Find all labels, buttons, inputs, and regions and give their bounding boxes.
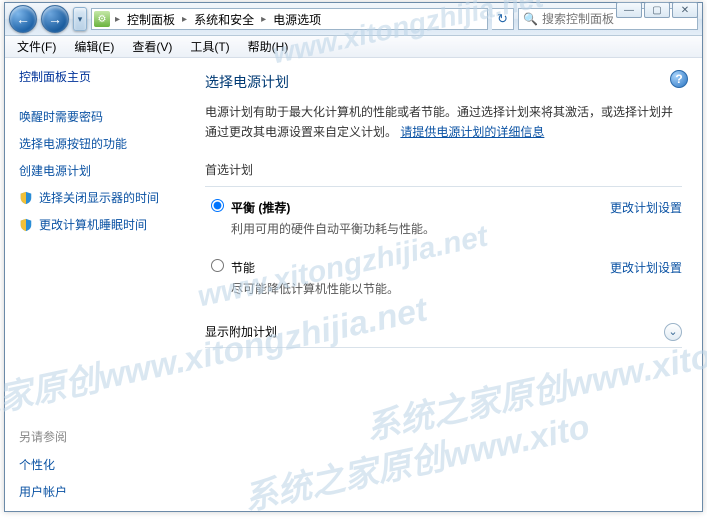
- change-plan-settings-link[interactable]: 更改计划设置: [590, 259, 682, 276]
- sidebar-item-power-button[interactable]: 选择电源按钮的功能: [19, 132, 177, 155]
- menu-bar: 文件(F) 编辑(E) 查看(V) 工具(T) 帮助(H): [5, 36, 702, 58]
- sidebar-item-label: 选择关闭显示器的时间: [39, 189, 159, 206]
- plan-radio-balanced[interactable]: [211, 199, 224, 212]
- help-button[interactable]: ?: [670, 70, 688, 88]
- page-description: 电源计划有助于最大化计算机的性能或者节能。通过选择计划来将其激活，或选择计划并通…: [205, 102, 682, 143]
- maximize-button[interactable]: ▢: [644, 2, 670, 18]
- divider: [205, 186, 682, 187]
- show-additional-plans[interactable]: 显示附加计划 ⌄: [205, 315, 682, 348]
- sidebar-item-label: 唤醒时需要密码: [19, 108, 103, 125]
- sidebar-item-label: 更改计算机睡眠时间: [39, 216, 147, 233]
- menu-help[interactable]: 帮助(H): [240, 36, 297, 57]
- sidebar-header[interactable]: 控制面板主页: [19, 68, 177, 85]
- shield-icon: [19, 218, 33, 232]
- sidebar-item-label: 创建电源计划: [19, 162, 91, 179]
- sidebar-item-sleep-time[interactable]: 更改计算机睡眠时间: [19, 213, 177, 236]
- plan-description: 利用可用的硬件自动平衡功耗与性能。: [231, 220, 590, 237]
- breadcrumb-system-security[interactable]: 系统和安全: [190, 9, 258, 29]
- expander-label: 显示附加计划: [205, 323, 277, 340]
- breadcrumb-sep-icon: ▸: [179, 14, 190, 25]
- sidebar: 控制面板主页 唤醒时需要密码 选择电源按钮的功能 创建电源计划 选择关闭显示器的…: [5, 58, 185, 511]
- sidebar-item-label: 选择电源按钮的功能: [19, 135, 127, 152]
- power-plan-balanced: 平衡 (推荐) 利用可用的硬件自动平衡功耗与性能。 更改计划设置: [205, 195, 682, 241]
- plan-name: 平衡 (推荐): [231, 199, 590, 216]
- sidebar-item-label: 个性化: [19, 456, 55, 473]
- refresh-button[interactable]: ↻: [492, 8, 514, 30]
- breadcrumb-control-panel[interactable]: 控制面板: [123, 9, 179, 29]
- menu-file[interactable]: 文件(F): [9, 36, 64, 57]
- sidebar-item-personalization[interactable]: 个性化: [19, 453, 177, 476]
- sidebar-item-create-plan[interactable]: 创建电源计划: [19, 159, 177, 182]
- close-button[interactable]: ✕: [672, 2, 698, 18]
- address-bar[interactable]: ⚙ ▸ 控制面板 ▸ 系统和安全 ▸ 电源选项: [91, 8, 488, 30]
- control-panel-icon: ⚙: [94, 11, 110, 27]
- power-plan-saver: 节能 尽可能降低计算机性能以节能。 更改计划设置: [205, 255, 682, 301]
- minimize-button[interactable]: —: [616, 2, 642, 18]
- forward-button[interactable]: →: [41, 5, 69, 33]
- nav-history-dropdown[interactable]: ▾: [73, 7, 87, 31]
- sidebar-item-display-off[interactable]: 选择关闭显示器的时间: [19, 186, 177, 209]
- menu-view[interactable]: 查看(V): [124, 36, 180, 57]
- page-title: 选择电源计划: [205, 72, 682, 92]
- plan-description: 尽可能降低计算机性能以节能。: [231, 280, 590, 297]
- sidebar-item-user-accounts[interactable]: 用户帐户: [19, 480, 177, 503]
- breadcrumb-sep-icon: ▸: [112, 14, 123, 25]
- sidebar-item-label: 用户帐户: [19, 483, 67, 500]
- content-pane: ? 选择电源计划 电源计划有助于最大化计算机的性能或者节能。通过选择计划来将其激…: [185, 58, 702, 511]
- breadcrumb-power-options[interactable]: 电源选项: [269, 9, 325, 29]
- sidebar-footer-header: 另请参阅: [19, 428, 177, 445]
- section-preferred-plans: 首选计划: [205, 161, 682, 178]
- search-icon: 🔍: [523, 12, 538, 26]
- explorer-window: — ▢ ✕ ← → ▾ ⚙ ▸ 控制面板 ▸ 系统和安全 ▸ 电源选项 ↻ 🔍 …: [4, 2, 703, 512]
- change-plan-settings-link[interactable]: 更改计划设置: [590, 199, 682, 216]
- body: 控制面板主页 唤醒时需要密码 选择电源按钮的功能 创建电源计划 选择关闭显示器的…: [5, 58, 702, 511]
- breadcrumb-sep-icon: ▸: [258, 14, 269, 25]
- window-controls: — ▢ ✕: [616, 2, 698, 18]
- desc-link[interactable]: 请提供电源计划的详细信息: [400, 125, 544, 139]
- chevron-down-icon[interactable]: ⌄: [664, 323, 682, 341]
- sidebar-item-require-password[interactable]: 唤醒时需要密码: [19, 105, 177, 128]
- nav-bar: ← → ▾ ⚙ ▸ 控制面板 ▸ 系统和安全 ▸ 电源选项 ↻ 🔍: [5, 3, 702, 36]
- shield-icon: [19, 191, 33, 205]
- plan-radio-saver[interactable]: [211, 259, 224, 272]
- plan-name: 节能: [231, 259, 590, 276]
- back-button[interactable]: ←: [9, 5, 37, 33]
- menu-tools[interactable]: 工具(T): [182, 36, 237, 57]
- menu-edit[interactable]: 编辑(E): [66, 36, 122, 57]
